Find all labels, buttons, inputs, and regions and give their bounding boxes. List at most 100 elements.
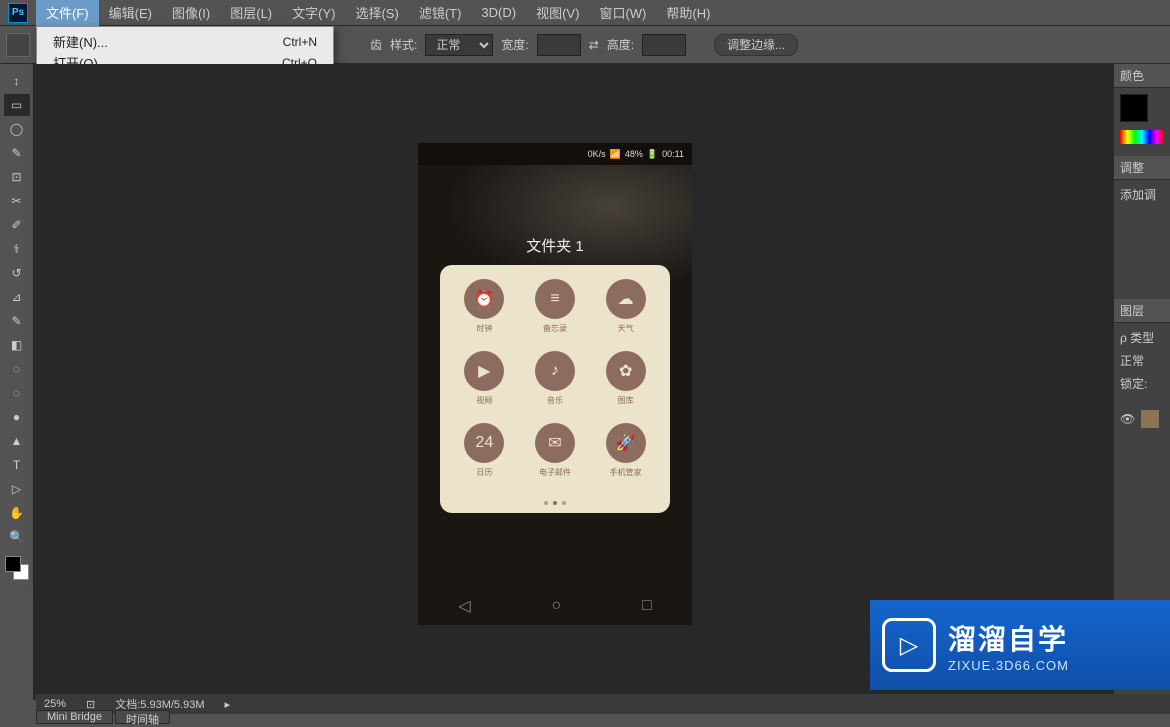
tool-3[interactable]: ✎ — [4, 142, 30, 164]
app-icon: ▶ — [464, 351, 504, 391]
app-日历: 24 日历 — [452, 423, 517, 489]
menu-bar: Ps 文件(F)编辑(E)图像(I)图层(L)文字(Y)选择(S)滤镜(T)3D… — [0, 0, 1170, 26]
menu-item-1[interactable]: 编辑(E) — [99, 0, 162, 26]
spectrum-gradient[interactable] — [1120, 130, 1164, 144]
menu-item-5[interactable]: 选择(S) — [345, 0, 408, 26]
style-select[interactable]: 正常 — [425, 34, 493, 56]
tool-12[interactable]: ◌ — [4, 358, 30, 380]
phone-battery: 48% — [625, 149, 643, 159]
tool-5[interactable]: ✂ — [4, 190, 30, 212]
folder-box: ⏰时钟≡备忘录☁天气▶视频♪音乐✿图库24日历✉电子邮件🚀手机管家 — [440, 265, 670, 513]
tool-0[interactable]: ↕ — [4, 70, 30, 92]
tool-17[interactable]: ▷ — [4, 478, 30, 500]
menu-item-新建N[interactable]: 新建(N)...Ctrl+N — [37, 31, 333, 52]
status-bar: 25% ⊡ 文档:5.93M/5.93M ▸ — [36, 694, 1170, 714]
app-label: 日历 — [476, 467, 492, 478]
opt-label-height: 高度: — [607, 36, 634, 53]
panel-tab-adjust[interactable]: 调整 — [1114, 156, 1170, 180]
doc-info-arrow-icon[interactable]: ▸ — [225, 698, 231, 711]
zoom-icon: ⊡ — [86, 698, 95, 711]
ps-logo: Ps — [0, 0, 36, 26]
app-label: 备忘录 — [543, 323, 567, 334]
app-手机管家: 🚀 手机管家 — [593, 423, 658, 489]
tool-10[interactable]: ✎ — [4, 310, 30, 332]
folder-title: 文件夹 1 — [418, 235, 692, 256]
panel-tab-color[interactable]: 颜色 — [1114, 64, 1170, 88]
menu-item-6[interactable]: 滤镜(T) — [409, 0, 472, 26]
app-icon: ♪ — [535, 351, 575, 391]
tool-11[interactable]: ◧ — [4, 334, 30, 356]
menu-item-0[interactable]: 文件(F) — [36, 0, 99, 26]
phone-time: 00:11 — [662, 149, 684, 159]
folder-page-dots — [440, 501, 670, 505]
fg-color-swatch[interactable] — [1120, 94, 1148, 122]
app-label: 电子邮件 — [539, 467, 571, 478]
height-input[interactable] — [642, 34, 686, 56]
tool-7[interactable]: ⚕ — [4, 238, 30, 260]
tool-14[interactable]: ● — [4, 406, 30, 428]
app-icon: 24 — [464, 423, 504, 463]
app-label: 时钟 — [476, 323, 492, 334]
app-音乐: ♪ 音乐 — [523, 351, 588, 417]
menu-item-10[interactable]: 帮助(H) — [656, 0, 720, 26]
app-视频: ▶ 视频 — [452, 351, 517, 417]
tool-8[interactable]: ↺ — [4, 262, 30, 284]
app-电子邮件: ✉ 电子邮件 — [523, 423, 588, 489]
app-label: 手机管家 — [610, 467, 642, 478]
battery-icon: 🔋 — [647, 149, 658, 160]
nav-back-icon: ◁ — [458, 596, 470, 616]
app-label: 图库 — [618, 395, 634, 406]
layer-thumbnail[interactable] — [1141, 410, 1159, 428]
tool-4[interactable]: ⊡ — [4, 166, 30, 188]
tool-16[interactable]: T — [4, 454, 30, 476]
bottom-tabs: Mini Bridge时间轴 — [36, 710, 172, 724]
app-天气: ☁ 天气 — [593, 279, 658, 345]
app-icon: ☁ — [606, 279, 646, 319]
app-icon: ✿ — [606, 351, 646, 391]
bottom-tab-Mini Bridge[interactable]: Mini Bridge — [36, 710, 113, 724]
phone-navbar: ◁ ○ □ — [418, 587, 692, 625]
tool-panel: ↕▭◯✎⊡✂✐⚕↺⊿✎◧◌◌●▲T▷✋🔍 — [0, 64, 34, 700]
tool-18[interactable]: ✋ — [4, 502, 30, 524]
opt-label-tooth: 齿 — [370, 36, 382, 53]
tool-9[interactable]: ⊿ — [4, 286, 30, 308]
app-label: 音乐 — [547, 395, 563, 406]
opt-label-width: 宽度: — [501, 36, 528, 53]
tool-15[interactable]: ▲ — [4, 430, 30, 452]
bottom-tab-时间轴[interactable]: 时间轴 — [115, 710, 170, 724]
layer-blend-mode[interactable]: 正常 — [1120, 352, 1164, 369]
zoom-level[interactable]: 25% — [44, 698, 66, 710]
fg-bg-swatch[interactable] — [5, 556, 29, 580]
app-icon: ≡ — [535, 279, 575, 319]
tool-2[interactable]: ◯ — [4, 118, 30, 140]
menu-item-4[interactable]: 文字(Y) — [282, 0, 345, 26]
app-icon: ✉ — [535, 423, 575, 463]
opt-label-style: 样式: — [390, 36, 417, 53]
menu-item-2[interactable]: 图像(I) — [162, 0, 220, 26]
refine-edge-button[interactable]: 调整边缘... — [714, 34, 798, 56]
tool-1[interactable]: ▭ — [4, 94, 30, 116]
layer-filter-type[interactable]: ρ 类型 — [1120, 329, 1164, 346]
tool-13[interactable]: ◌ — [4, 382, 30, 404]
tool-19[interactable]: 🔍 — [4, 526, 30, 548]
visibility-eye-icon[interactable]: 👁 — [1120, 412, 1135, 426]
phone-mockup: 0K/s 📶 48% 🔋 00:11 文件夹 1 ⏰时钟≡备忘录☁天气▶视频♪音… — [418, 143, 692, 625]
menu-item-8[interactable]: 视图(V) — [526, 0, 589, 26]
tool-6[interactable]: ✐ — [4, 214, 30, 236]
menu-item-7[interactable]: 3D(D) — [471, 0, 526, 26]
app-label: 视频 — [476, 395, 492, 406]
app-备忘录: ≡ 备忘录 — [523, 279, 588, 345]
app-label: 天气 — [618, 323, 634, 334]
watermark-title: 溜溜自学 — [948, 618, 1069, 658]
phone-speed: 0K/s — [588, 149, 606, 159]
menu-item-9[interactable]: 窗口(W) — [589, 0, 656, 26]
menu-item-3[interactable]: 图层(L) — [220, 0, 282, 26]
width-input[interactable] — [537, 34, 581, 56]
phone-statusbar: 0K/s 📶 48% 🔋 00:11 — [418, 143, 692, 165]
tool-preset-icon[interactable] — [6, 33, 30, 57]
panel-tab-layers[interactable]: 图层 — [1114, 299, 1170, 323]
add-adjustment-text: 添加调 — [1120, 188, 1156, 202]
watermark-logo-icon: ▷ — [882, 618, 936, 672]
app-icon: 🚀 — [606, 423, 646, 463]
swap-icon[interactable]: ⇄ — [589, 38, 599, 52]
